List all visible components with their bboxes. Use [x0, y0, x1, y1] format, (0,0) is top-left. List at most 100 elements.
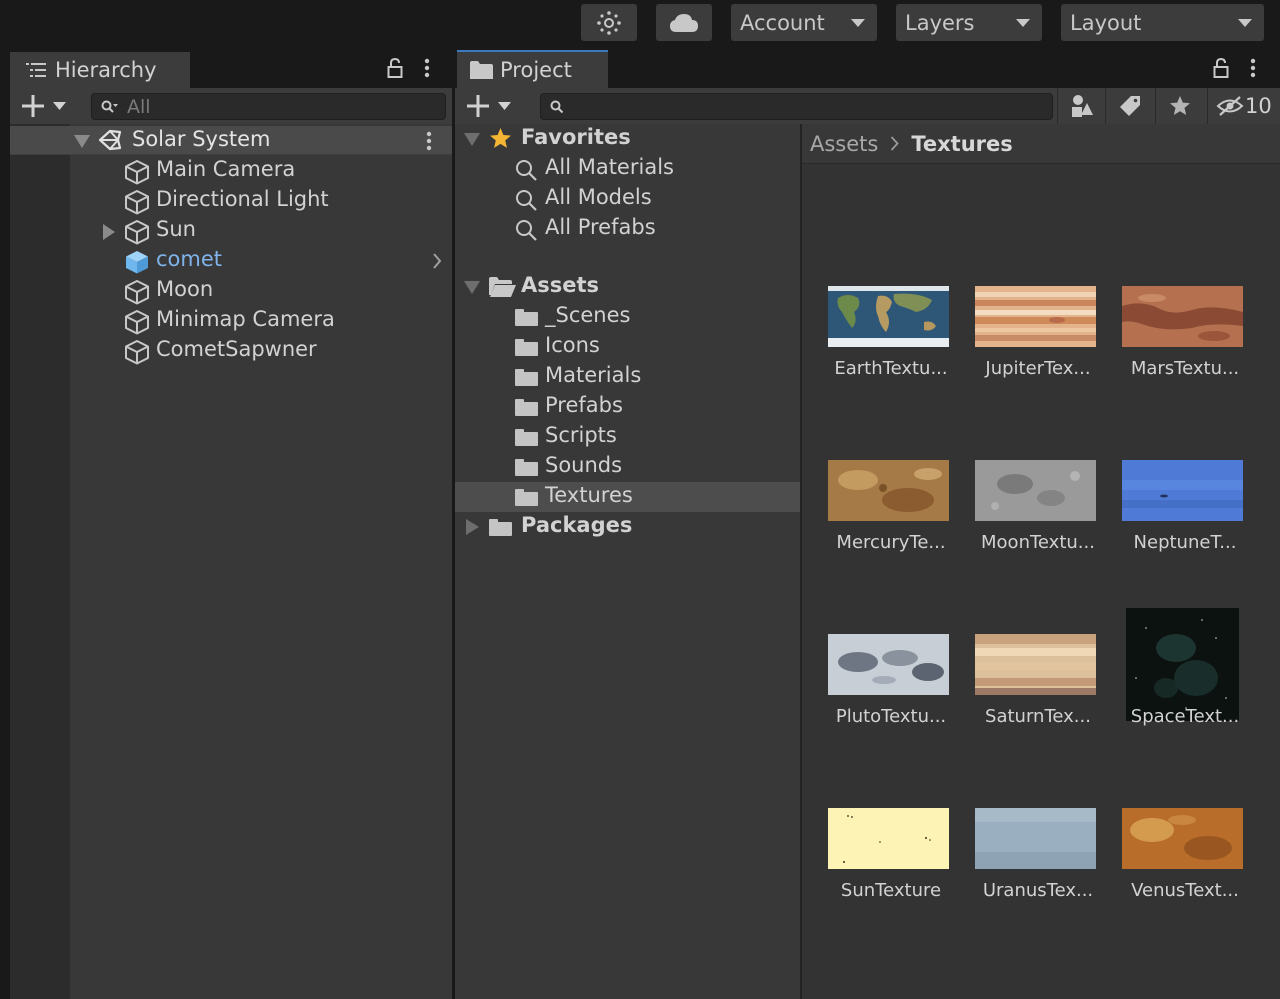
project-panel: Project 10 Favorites All Materials All M… — [455, 50, 1280, 999]
asset-saturn-texture[interactable]: SaturnTex... — [949, 598, 1096, 772]
create-button[interactable] — [22, 95, 70, 119]
lock-icon[interactable] — [387, 58, 403, 78]
expand-arrow-icon[interactable] — [464, 281, 480, 294]
asset-jupiter-texture[interactable]: JupiterTex... — [949, 250, 1096, 424]
folder-label: Prefabs — [545, 393, 623, 417]
asset-grid: Assets Textures EarthTextu... JupiterTex… — [802, 124, 1280, 999]
hierarchy-item-sun[interactable]: Sun — [10, 216, 452, 246]
expand-arrow-icon[interactable] — [74, 135, 90, 148]
asset-uranus-texture[interactable]: UranusTex... — [949, 772, 1096, 946]
layers-dropdown[interactable]: Layers — [896, 4, 1042, 41]
tree-assets[interactable]: Assets — [455, 272, 800, 302]
folder-label: Icons — [545, 333, 600, 357]
item-label: Moon — [156, 277, 214, 301]
asset-mars-texture[interactable]: MarsTextu... — [1096, 250, 1243, 424]
hierarchy-search-input[interactable]: All — [91, 93, 446, 120]
tree-folder-icons[interactable]: Icons — [455, 332, 800, 362]
tree-favorite-all-prefabs[interactable]: All Prefabs — [455, 214, 800, 244]
item-label: Sun — [156, 217, 196, 241]
tab-project[interactable]: Project — [457, 50, 608, 88]
asset-moon-texture[interactable]: MoonTextu... — [949, 424, 1096, 598]
tree-packages[interactable]: Packages — [455, 512, 800, 542]
account-label: Account — [740, 10, 825, 35]
hierarchy-item-minimap-camera[interactable]: Minimap Camera — [10, 306, 452, 336]
asset-neptune-texture[interactable]: NeptuneT... — [1096, 424, 1243, 598]
kebab-menu-icon[interactable] — [1250, 58, 1256, 78]
moon-texture-thumbnail — [975, 460, 1096, 521]
hidden-packages-toggle[interactable]: 10 — [1207, 88, 1280, 124]
hierarchy-list-icon — [26, 63, 46, 77]
tree-favorite-all-materials[interactable]: All Materials — [455, 154, 800, 184]
hierarchy-item-comet[interactable]: comet — [10, 246, 452, 276]
gameobject-cube-icon — [125, 310, 149, 335]
gameobject-cube-icon — [125, 340, 149, 365]
tree-folder-prefabs[interactable]: Prefabs — [455, 392, 800, 422]
project-folder-tree: Favorites All Materials All Models All P… — [455, 124, 800, 999]
asset-name: NeptuneT... — [1133, 532, 1237, 553]
tab-hierarchy[interactable]: Hierarchy — [10, 52, 190, 88]
venus-texture-thumbnail — [1122, 808, 1243, 869]
asset-earth-texture[interactable]: EarthTextu... — [802, 250, 949, 424]
kebab-menu-icon[interactable] — [426, 131, 432, 151]
lock-icon[interactable] — [1213, 58, 1229, 78]
cloud-button[interactable] — [656, 4, 712, 41]
hierarchy-item-directional-light[interactable]: Directional Light — [10, 186, 452, 216]
gameobject-cube-icon — [125, 190, 149, 215]
kebab-menu-icon[interactable] — [424, 58, 430, 78]
tree-favorite-all-models[interactable]: All Models — [455, 184, 800, 214]
hierarchy-subbar: All — [10, 88, 452, 124]
favorite-label: All Materials — [545, 155, 674, 179]
folder-icon — [515, 399, 538, 416]
tree-folder-sounds[interactable]: Sounds — [455, 452, 800, 482]
create-button[interactable] — [467, 95, 515, 119]
item-label: Minimap Camera — [156, 307, 335, 331]
saturn-texture-thumbnail — [975, 634, 1096, 695]
folder-label: Sounds — [545, 453, 623, 477]
neptune-texture-thumbnail — [1122, 460, 1243, 521]
asset-mercury-texture[interactable]: MercuryTe... — [802, 424, 949, 598]
project-search-input[interactable] — [540, 93, 1053, 120]
hierarchy-body: Solar System Main Camera Directional Lig… — [10, 124, 452, 999]
prefab-cube-icon — [126, 251, 148, 274]
chevron-right-icon[interactable] — [432, 253, 442, 269]
project-tabstrip: Project — [455, 50, 1280, 88]
filter-by-label-button[interactable] — [1105, 88, 1153, 124]
folder-icon — [515, 369, 538, 386]
favorite-button[interactable] — [1155, 88, 1203, 124]
tree-folder-scripts[interactable]: Scripts — [455, 422, 800, 452]
plus-icon — [467, 95, 489, 117]
folder-icon — [515, 309, 538, 326]
asset-name: VenusText... — [1131, 880, 1239, 901]
tree-favorites[interactable]: Favorites — [455, 124, 800, 154]
expand-arrow-icon[interactable] — [464, 133, 480, 146]
layout-dropdown[interactable]: Layout — [1061, 4, 1264, 41]
hierarchy-item-moon[interactable]: Moon — [10, 276, 452, 306]
account-dropdown[interactable]: Account — [731, 4, 877, 41]
search-icon — [550, 100, 564, 113]
sun-texture-thumbnail — [828, 808, 949, 869]
asset-sun-texture[interactable]: SunTexture — [802, 772, 949, 946]
jupiter-texture-thumbnail — [975, 286, 1096, 347]
tree-folder-scenes[interactable]: _Scenes — [455, 302, 800, 332]
tree-folder-materials[interactable]: Materials — [455, 362, 800, 392]
expand-arrow-icon[interactable] — [103, 224, 115, 240]
space-texture-thumbnail — [1126, 608, 1239, 721]
scene-row[interactable]: Solar System — [10, 126, 452, 155]
settings-button[interactable] — [581, 4, 637, 41]
cloud-icon — [670, 13, 698, 32]
shapes-icon — [1071, 95, 1093, 117]
folder-open-icon — [489, 277, 516, 297]
folder-icon — [515, 429, 538, 446]
breadcrumb-root[interactable]: Assets — [810, 132, 878, 156]
hierarchy-item-cometsapwner[interactable]: CometSapwner — [10, 336, 452, 366]
tree-folder-textures[interactable]: Textures — [455, 482, 800, 512]
asset-venus-texture[interactable]: VenusText... — [1096, 772, 1243, 946]
breadcrumb-current[interactable]: Textures — [911, 132, 1012, 156]
expand-arrow-icon[interactable] — [466, 519, 479, 535]
hierarchy-tabstrip: Hierarchy — [10, 50, 452, 88]
asset-pluto-texture[interactable]: PlutoTextu... — [802, 598, 949, 772]
scene-name: Solar System — [132, 127, 271, 151]
asset-space-texture[interactable]: SpaceText... — [1096, 598, 1243, 772]
hierarchy-item-main-camera[interactable]: Main Camera — [10, 156, 452, 186]
filter-by-type-button[interactable] — [1057, 88, 1105, 124]
